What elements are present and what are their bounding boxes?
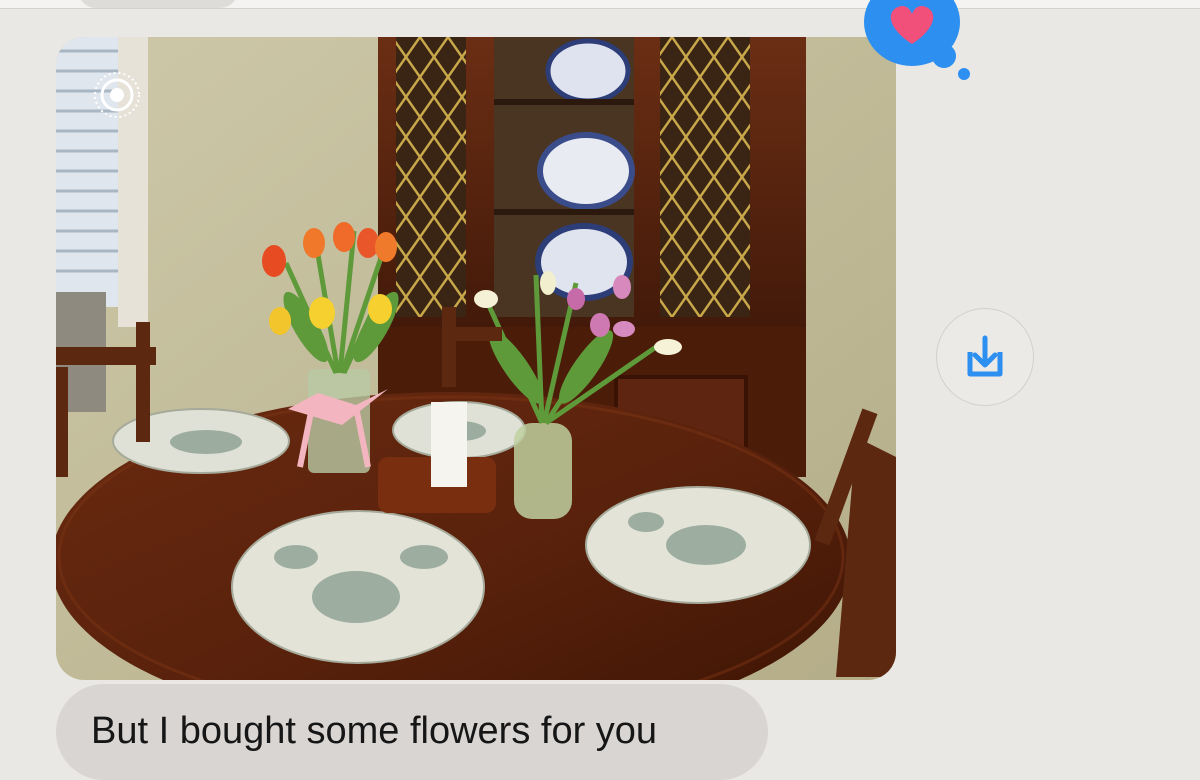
download-icon xyxy=(967,335,1003,377)
heart-reaction[interactable] xyxy=(860,0,972,84)
dining-room-photo xyxy=(56,37,896,680)
previous-message-bubble xyxy=(78,0,238,8)
download-button[interactable] xyxy=(936,308,1034,406)
live-photo-icon[interactable] xyxy=(92,70,142,120)
message-bubble[interactable]: But I bought some flowers for you xyxy=(56,684,768,780)
photo-attachment[interactable] xyxy=(56,37,896,680)
message-text: But I bought some flowers for you xyxy=(91,710,658,752)
live-photo-glyph xyxy=(94,72,140,118)
heart-icon xyxy=(864,0,970,80)
